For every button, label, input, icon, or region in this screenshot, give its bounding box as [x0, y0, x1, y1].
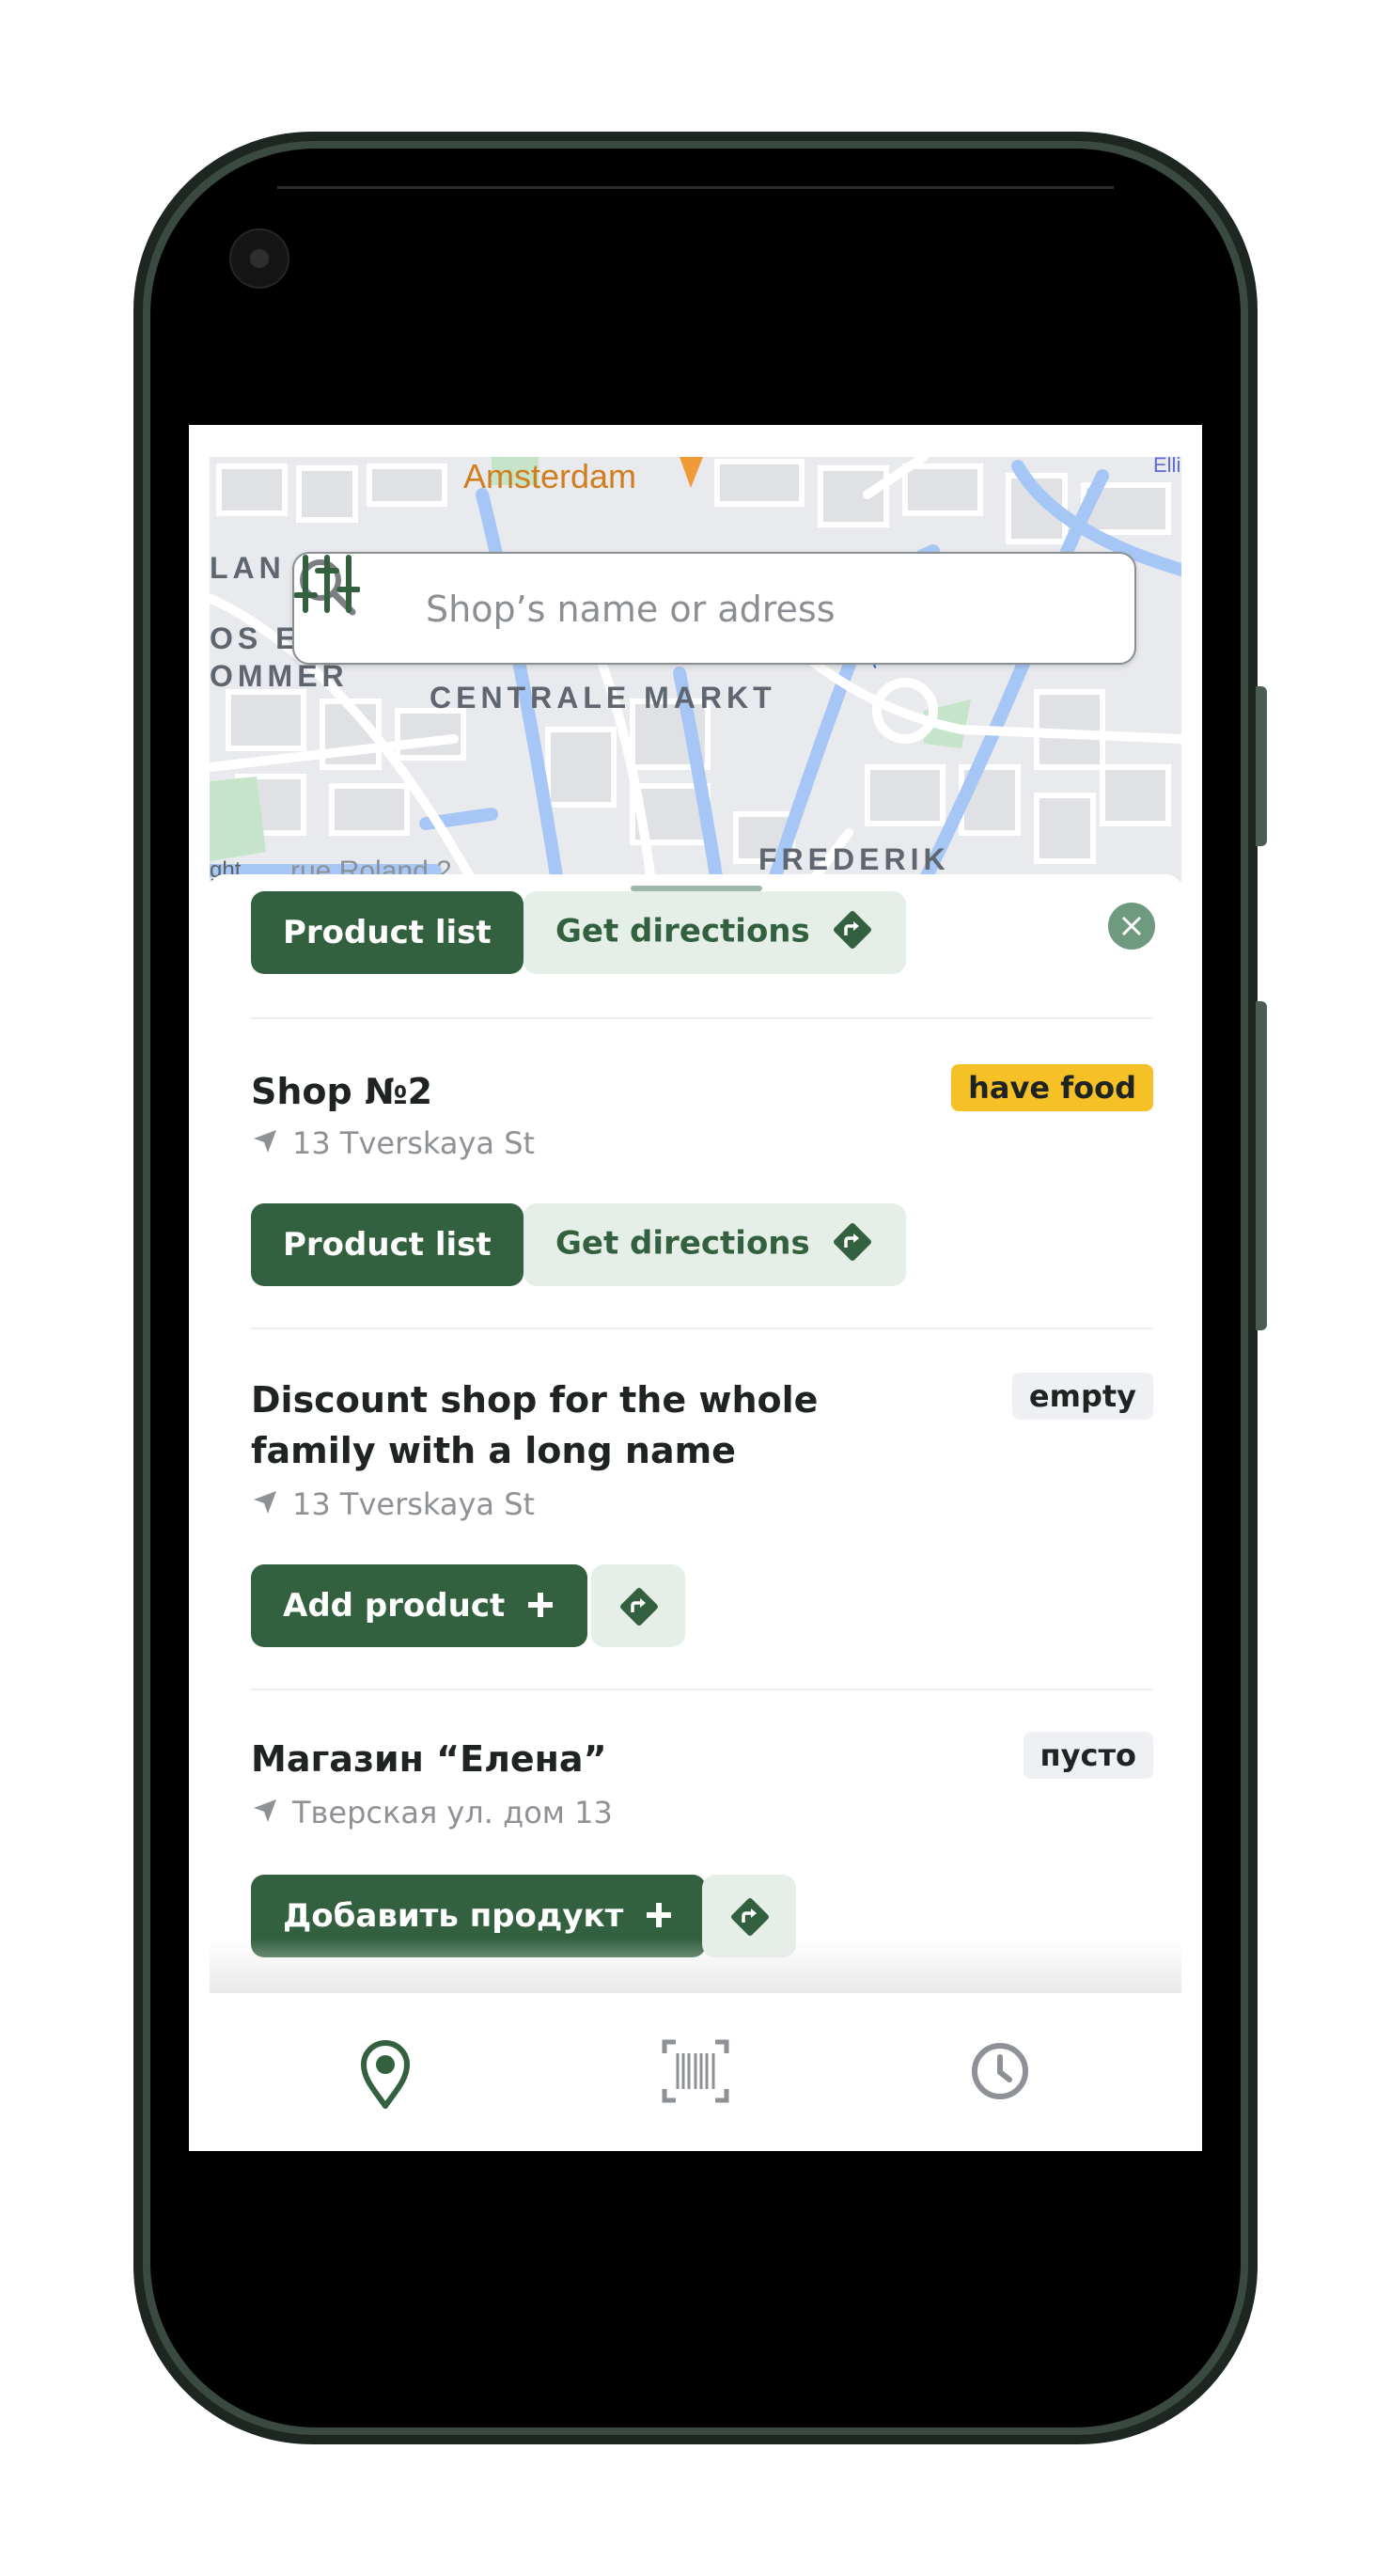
shop-name[interactable]: Discount shop for the whole family with …	[251, 1374, 818, 1476]
nav-scan-tab[interactable]	[653, 2029, 738, 2113]
shop-name[interactable]: Shop №2	[251, 1066, 432, 1117]
phone-power-button	[1256, 686, 1267, 846]
map-district-label: LAN	[210, 551, 286, 585]
filter-sliders-icon[interactable]	[294, 554, 360, 614]
nav-map-tab[interactable]	[343, 2029, 428, 2113]
shop-list-sheet: Product list Get directions Shop №2 have…	[210, 874, 1181, 1993]
app-screen: Amsterdam LAN OS EN OMMER CENTRALE MARKT…	[189, 425, 1202, 2151]
get-directions-button-label: Get directions	[555, 1224, 810, 1263]
shop-name[interactable]: Магазин “Елена”	[251, 1734, 607, 1784]
map-district-label: CENTRALE MARKT	[430, 681, 776, 715]
product-list-button[interactable]: Product list	[251, 1203, 524, 1286]
shop-name-line: family with a long name	[251, 1430, 736, 1471]
clock-icon	[972, 2043, 1028, 2099]
shop-divider	[251, 1689, 1153, 1690]
bottom-nav	[189, 1993, 1202, 2151]
status-badge: empty	[1011, 1373, 1153, 1420]
shop-address: Тверская ул. дом 13	[251, 1792, 613, 1833]
add-product-button-label: Добавить продукт	[283, 1897, 624, 1935]
navigation-arrow-icon	[254, 1130, 276, 1153]
phone-speaker	[277, 186, 1114, 189]
status-badge: пусто	[1023, 1732, 1153, 1779]
shop-address-text: 13 Tverskaya St	[292, 1125, 536, 1161]
map-tiles	[210, 457, 1181, 882]
add-product-button-label: Add product	[283, 1587, 506, 1625]
search-input[interactable]	[426, 586, 990, 633]
get-directions-button[interactable]: Get directions	[524, 891, 906, 974]
map-district-label: FREDERIK	[758, 842, 950, 876]
shop-address-text: 13 Tverskaya St	[292, 1486, 536, 1522]
search-bar[interactable]	[292, 552, 1136, 665]
product-list-button[interactable]: Product list	[251, 891, 524, 974]
shop-address-text: Тверская ул. дом 13	[292, 1795, 613, 1830]
shop-divider	[251, 1327, 1153, 1329]
close-icon	[1121, 916, 1142, 936]
get-directions-button[interactable]: Get directions	[524, 1203, 906, 1286]
add-product-button[interactable]: Add product	[251, 1564, 588, 1647]
map-city-label[interactable]: Amsterdam	[463, 457, 636, 496]
directions-icon	[731, 1898, 769, 1936]
directions-icon	[620, 1588, 658, 1626]
navigation-arrow-icon	[254, 1799, 276, 1822]
get-directions-icon-button[interactable]	[591, 1564, 685, 1647]
front-camera	[229, 228, 289, 289]
navigation-arrow-icon	[254, 1491, 276, 1514]
directions-icon	[833, 1223, 871, 1261]
map-pin-icon	[361, 2040, 410, 2109]
phone-volume-button	[1256, 1001, 1267, 1330]
nav-history-tab[interactable]	[958, 2029, 1042, 2113]
status-badge: have food	[951, 1064, 1153, 1111]
shop-divider	[251, 1017, 1153, 1019]
barcode-scan-icon	[662, 2039, 729, 2103]
product-list-button-label: Product list	[283, 1226, 492, 1264]
shop-address: 13 Tverskaya St	[251, 1123, 535, 1164]
map-view[interactable]: Amsterdam LAN OS EN OMMER CENTRALE MARKT…	[210, 457, 1181, 882]
get-directions-button-label: Get directions	[555, 912, 810, 950]
shop-name-line: Discount shop for the whole	[251, 1379, 819, 1421]
close-sheet-button[interactable]	[1108, 903, 1155, 950]
plus-icon	[647, 1902, 672, 1927]
directions-icon	[833, 911, 871, 949]
product-list-button-label: Product list	[283, 914, 492, 951]
shop-address: 13 Tverskaya St	[251, 1484, 535, 1525]
list-fade-overlay	[210, 1939, 1181, 1995]
plus-icon	[528, 1592, 554, 1617]
map-street-label: Elli	[1153, 457, 1181, 477]
